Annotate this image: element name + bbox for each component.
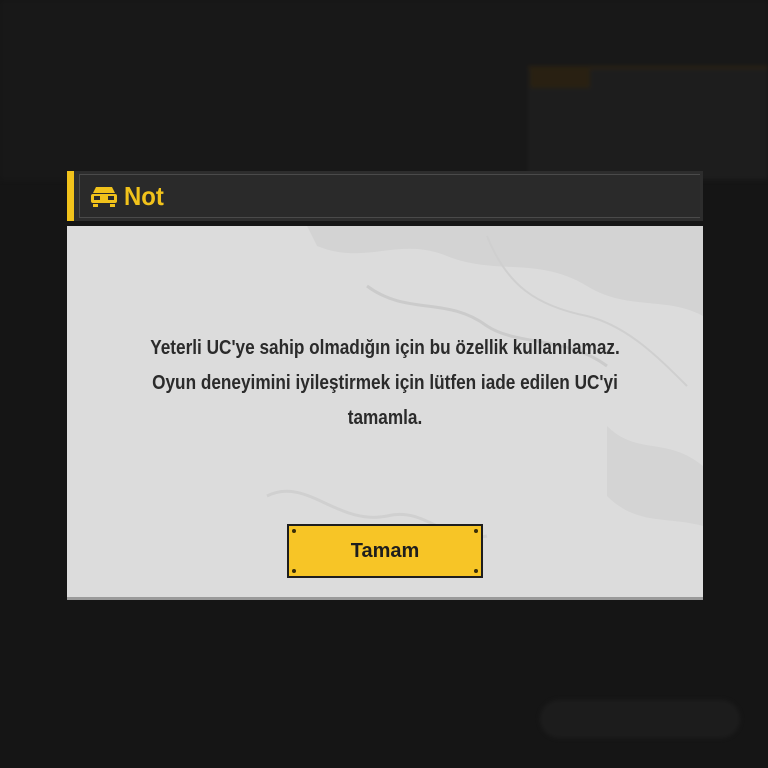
header-accent-bar <box>67 171 74 221</box>
background-pill <box>540 700 740 738</box>
header-inner <box>79 174 700 218</box>
dialog-message: Yeterli UC'ye sahip olmadığın için bu öz… <box>150 337 620 429</box>
dialog-body: Yeterli UC'ye sahip olmadığın için bu öz… <box>67 226 703 598</box>
ok-button[interactable]: Tamam <box>287 524 483 578</box>
background-panel-accent <box>530 66 590 88</box>
dialog-bottom-border <box>67 597 703 600</box>
dialog-title: Not <box>124 181 164 211</box>
notice-dialog: Not Yeterli UC'ye sahip olmadığın için b… <box>67 171 703 601</box>
screen: Not Yeterli UC'ye sahip olmadığın için b… <box>0 0 768 768</box>
vehicle-icon <box>90 183 118 209</box>
ok-button-label: Tamam <box>350 540 420 562</box>
dialog-header: Not <box>67 171 703 221</box>
